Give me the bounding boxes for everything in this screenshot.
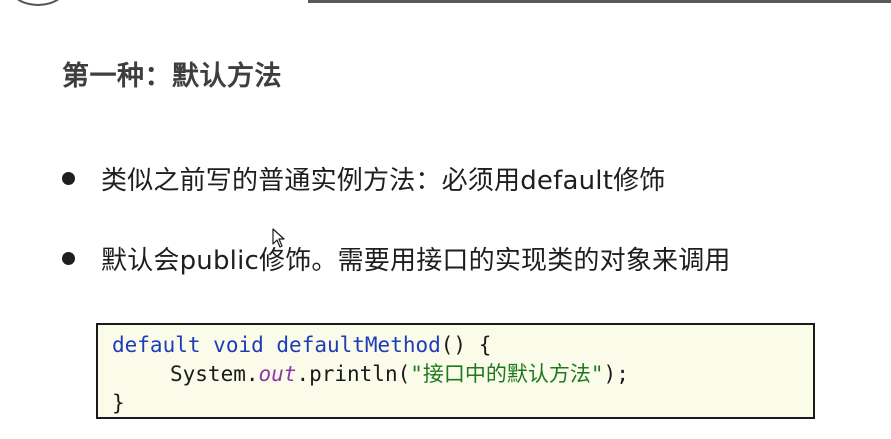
code-string: "接口中的默认方法" <box>410 362 604 386</box>
bullet-item: 类似之前写的普通实例方法：必须用default修饰 <box>62 158 665 198</box>
code-text: System. <box>170 362 259 386</box>
code-text: } <box>112 391 125 415</box>
code-text: .println( <box>296 362 411 386</box>
code-line: default void defaultMethod() { <box>112 331 813 360</box>
bullet-dot-icon <box>62 171 75 185</box>
bullet-text: 默认会public修饰。需要用接口的实现类的对象来调用 <box>101 245 731 276</box>
code-keyword: default <box>112 333 201 357</box>
top-divider <box>308 0 891 3</box>
code-method-name: defaultMethod <box>276 333 441 357</box>
code-line: } <box>112 389 813 418</box>
bullet-item: 默认会public修饰。需要用接口的实现类的对象来调用 <box>62 238 731 278</box>
mouse-pointer-icon <box>272 228 285 248</box>
code-block: default void defaultMethod() {System.out… <box>96 323 815 419</box>
slide: 第一种：默认方法 类似之前写的普通实例方法：必须用default修饰 默认会pu… <box>0 0 891 439</box>
decorative-circle <box>8 0 68 6</box>
code-line: System.out.println("接口中的默认方法"); <box>112 360 813 389</box>
bullet-dot-icon <box>62 251 75 265</box>
bullet-text: 类似之前写的普通实例方法：必须用default修饰 <box>101 165 666 196</box>
code-field: out <box>258 362 297 386</box>
code-text: ); <box>603 362 629 386</box>
code-keyword: void <box>213 333 264 357</box>
slide-title: 第一种：默认方法 <box>62 61 282 92</box>
code-text: () { <box>440 333 492 357</box>
